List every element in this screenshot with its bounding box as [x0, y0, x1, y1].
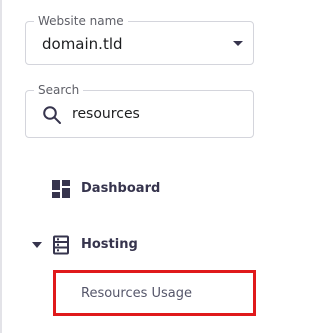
sidebar-subitem-resources-usage[interactable]: Resources Usage	[81, 286, 192, 302]
website-selector[interactable]: Website name domain.tld	[25, 14, 254, 65]
sidebar-item-label: Dashboard	[81, 181, 161, 196]
chevron-down-icon[interactable]	[233, 41, 243, 46]
search-icon	[42, 105, 62, 125]
search-input[interactable]	[72, 103, 242, 125]
search-box[interactable]: Search	[25, 83, 254, 138]
dashboard-icon	[51, 179, 71, 199]
website-selected-value: domain.tld	[42, 35, 123, 53]
sidebar-item-hosting[interactable]: Hosting	[0, 228, 298, 262]
website-field-label: Website name	[34, 14, 128, 28]
sidebar-item-dashboard[interactable]: Dashboard	[0, 172, 298, 206]
server-icon	[51, 235, 71, 255]
caret-down-icon[interactable]	[32, 242, 42, 248]
sidebar-item-label: Hosting	[81, 237, 138, 252]
sidebar-border	[0, 0, 2, 333]
search-field-label: Search	[34, 83, 84, 97]
